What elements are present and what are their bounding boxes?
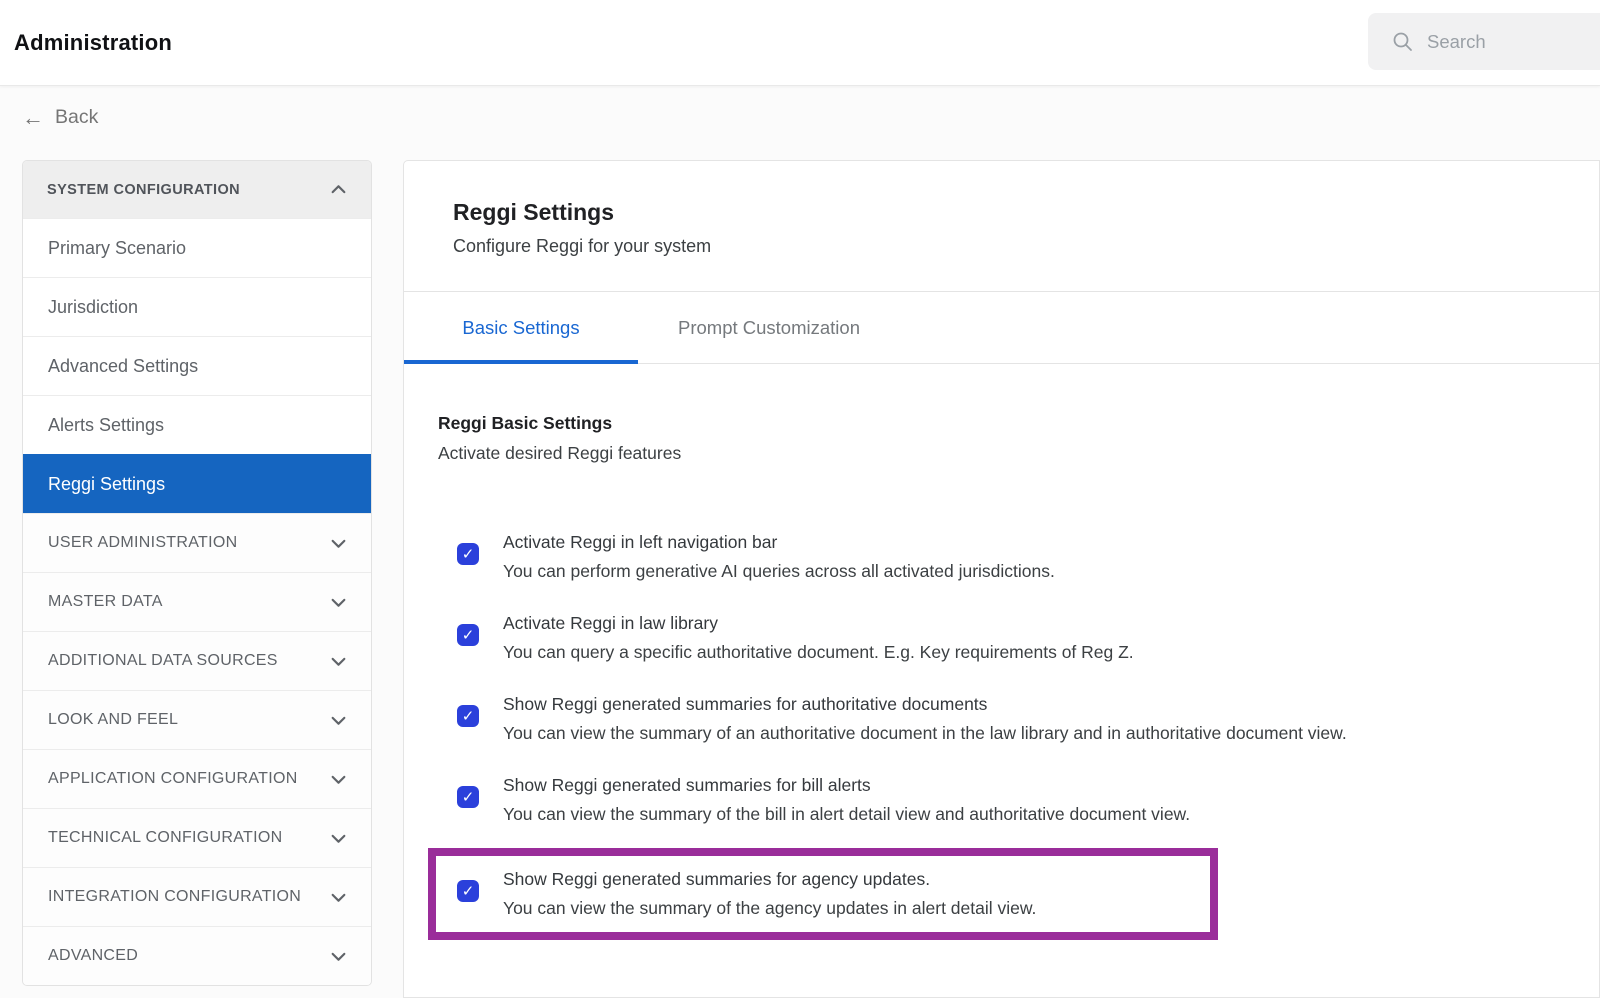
settings-list: Activate Reggi in left navigation bar Yo…: [404, 528, 1599, 940]
section-subtitle: Activate desired Reggi features: [438, 443, 1599, 464]
sidebar-section-user-administration[interactable]: USER ADMINISTRATION: [23, 513, 371, 572]
sidebar-item-primary-scenario[interactable]: Primary Scenario: [23, 218, 371, 277]
sidebar-item-label: Primary Scenario: [48, 238, 186, 259]
search-box[interactable]: [1368, 13, 1600, 70]
sidebar-item-jurisdiction[interactable]: Jurisdiction: [23, 277, 371, 336]
checkbox-authoritative-summaries[interactable]: [457, 705, 479, 727]
chevron-down-icon: [330, 830, 347, 847]
sidebar-section-label: USER ADMINISTRATION: [48, 534, 237, 552]
sidebar-item-label: Reggi Settings: [48, 474, 165, 495]
tab-label: Basic Settings: [462, 317, 579, 339]
chevron-down-icon: [330, 771, 347, 788]
sidebar-section-label: TECHNICAL CONFIGURATION: [48, 829, 282, 847]
sidebar-section-label: MASTER DATA: [48, 593, 163, 611]
setting-title: Activate Reggi in law library: [503, 609, 1134, 638]
setting-title: Show Reggi generated summaries for agenc…: [503, 865, 1036, 894]
chevron-down-icon: [330, 948, 347, 965]
checkbox-agency-update-summaries[interactable]: [457, 880, 479, 902]
setting-title: Activate Reggi in left navigation bar: [503, 528, 1055, 557]
sidebar-item-reggi-settings[interactable]: Reggi Settings: [23, 454, 371, 513]
back-label: Back: [55, 106, 98, 129]
section-title: Reggi Basic Settings: [438, 413, 1599, 434]
sidebar-item-label: Jurisdiction: [48, 297, 138, 318]
reggi-settings-panel: Reggi Settings Configure Reggi for your …: [403, 160, 1600, 998]
setting-description: You can query a specific authoritative d…: [503, 638, 1134, 667]
checkbox-bill-alert-summaries[interactable]: [457, 786, 479, 808]
setting-description: You can perform generative AI queries ac…: [503, 557, 1055, 586]
sidebar-section-label: SYSTEM CONFIGURATION: [47, 182, 240, 198]
sidebar-section-additional-data-sources[interactable]: ADDITIONAL DATA SOURCES: [23, 631, 371, 690]
setting-title: Show Reggi generated summaries for bill …: [503, 771, 1190, 800]
panel-header: Reggi Settings Configure Reggi for your …: [404, 161, 1599, 292]
back-button[interactable]: ← Back: [22, 106, 98, 129]
chevron-down-icon: [330, 594, 347, 611]
page-title: Administration: [14, 30, 172, 56]
setting-row-left-navigation: Activate Reggi in left navigation bar Yo…: [428, 528, 1599, 586]
panel-title: Reggi Settings: [453, 199, 1599, 226]
setting-description: You can view the summary of the agency u…: [503, 894, 1036, 923]
sidebar-section-label: LOOK AND FEEL: [48, 711, 178, 729]
setting-text: Activate Reggi in law library You can qu…: [503, 609, 1134, 667]
setting-row-agency-update-summaries: Show Reggi generated summaries for agenc…: [436, 865, 1210, 923]
setting-row-law-library: Activate Reggi in law library You can qu…: [428, 609, 1599, 667]
settings-sidebar: SYSTEM CONFIGURATION Primary Scenario Ju…: [22, 160, 372, 986]
sidebar-item-alerts-settings[interactable]: Alerts Settings: [23, 395, 371, 454]
setting-title: Show Reggi generated summaries for autho…: [503, 690, 1347, 719]
setting-text: Activate Reggi in left navigation bar Yo…: [503, 528, 1055, 586]
top-bar: Administration: [0, 0, 1600, 86]
sidebar-item-label: Advanced Settings: [48, 356, 198, 377]
tab-label: Prompt Customization: [678, 317, 860, 339]
sidebar-section-label: ADDITIONAL DATA SOURCES: [48, 652, 278, 670]
basic-settings-section-header: Reggi Basic Settings Activate desired Re…: [404, 364, 1599, 464]
setting-description: You can view the summary of an authorita…: [503, 719, 1347, 748]
chevron-down-icon: [330, 889, 347, 906]
sidebar-section-master-data[interactable]: MASTER DATA: [23, 572, 371, 631]
search-icon: [1392, 31, 1414, 53]
sidebar-section-technical-configuration[interactable]: TECHNICAL CONFIGURATION: [23, 808, 371, 867]
setting-row-authoritative-summaries: Show Reggi generated summaries for autho…: [428, 690, 1599, 748]
settings-tab-bar: Basic Settings Prompt Customization: [404, 292, 1599, 364]
sidebar-section-integration-configuration[interactable]: INTEGRATION CONFIGURATION: [23, 867, 371, 926]
back-arrow-icon: ←: [22, 107, 44, 129]
sidebar-item-label: Alerts Settings: [48, 415, 164, 436]
checkbox-activate-law-library[interactable]: [457, 624, 479, 646]
highlight-annotation-box: Show Reggi generated summaries for agenc…: [428, 848, 1218, 940]
setting-row-bill-alert-summaries: Show Reggi generated summaries for bill …: [428, 771, 1599, 829]
sidebar-section-label: APPLICATION CONFIGURATION: [48, 770, 298, 788]
tab-basic-settings[interactable]: Basic Settings: [404, 292, 638, 363]
chevron-down-icon: [330, 535, 347, 552]
chevron-down-icon: [330, 712, 347, 729]
setting-text: Show Reggi generated summaries for agenc…: [503, 865, 1036, 923]
tab-prompt-customization[interactable]: Prompt Customization: [638, 292, 900, 363]
sidebar-section-application-configuration[interactable]: APPLICATION CONFIGURATION: [23, 749, 371, 808]
setting-text: Show Reggi generated summaries for autho…: [503, 690, 1347, 748]
sidebar-section-advanced[interactable]: ADVANCED: [23, 926, 371, 985]
search-input[interactable]: [1427, 31, 1577, 53]
sidebar-section-system-configuration[interactable]: SYSTEM CONFIGURATION: [23, 161, 371, 218]
sidebar-section-look-and-feel[interactable]: LOOK AND FEEL: [23, 690, 371, 749]
setting-description: You can view the summary of the bill in …: [503, 800, 1190, 829]
sidebar-section-label: INTEGRATION CONFIGURATION: [48, 888, 301, 906]
checkbox-activate-left-nav[interactable]: [457, 543, 479, 565]
setting-text: Show Reggi generated summaries for bill …: [503, 771, 1190, 829]
chevron-up-icon: [330, 181, 347, 198]
panel-subtitle: Configure Reggi for your system: [453, 236, 1599, 257]
chevron-down-icon: [330, 653, 347, 670]
sidebar-item-advanced-settings[interactable]: Advanced Settings: [23, 336, 371, 395]
sidebar-section-label: ADVANCED: [48, 947, 138, 965]
